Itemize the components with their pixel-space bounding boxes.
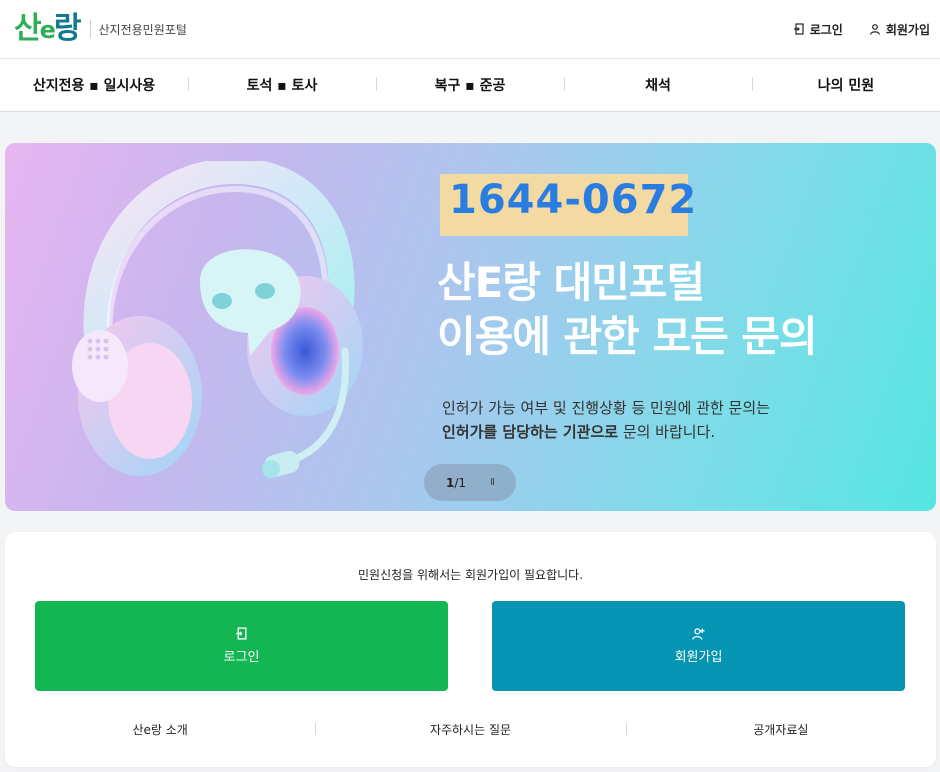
nav-item-forest-conversion[interactable]: 산지전용 ▪ 일시사용: [0, 75, 188, 95]
header-login-label: 로그인: [809, 22, 843, 37]
utility-links: 로그인 회원가입: [793, 0, 930, 58]
headset-illustration: [72, 161, 363, 478]
banner-desc-line-2: 인허가를 담당하는 기관으로 문의 바랍니다.: [442, 420, 770, 444]
main-nav: 산지전용 ▪ 일시사용 토석 ▪ 토사 복구 ▪ 준공 채석 나의 민원: [0, 59, 940, 112]
signup-button[interactable]: 회원가입: [492, 601, 905, 691]
pager-total: 1: [458, 475, 467, 490]
banner-headline: 산E랑 대민포털 이용에 관한 모든 문의: [437, 256, 818, 364]
link-faq[interactable]: 자주하시는 질문: [315, 721, 625, 738]
logo-subtitle: 산지전용민원포털: [98, 22, 187, 37]
login-icon: [793, 23, 804, 35]
support-phone-number: 1644-0672: [449, 177, 698, 223]
nav-item-soil-stone[interactable]: 토석 ▪ 토사: [188, 75, 376, 95]
banner-description: 인허가 가능 여부 및 진행상황 등 민원에 관한 문의는 인허가를 담당하는 …: [442, 396, 770, 444]
pause-button[interactable]: II: [490, 477, 495, 488]
add-user-icon: [692, 628, 705, 640]
banner-headline-line-1: 산E랑 대민포털: [437, 258, 705, 307]
nav-item-restoration[interactable]: 복구 ▪ 준공: [376, 75, 564, 95]
header-signup-link[interactable]: 회원가입: [869, 21, 930, 38]
header-login-link[interactable]: 로그인: [793, 21, 843, 38]
nav-item-quarrying[interactable]: 채석: [564, 75, 752, 95]
footer-links: 산e랑 소개 자주하시는 질문 공개자료실: [5, 718, 936, 740]
pager-count: 1/1: [446, 476, 466, 490]
member-panel: 민원신청을 위해서는 회원가입이 필요합니다. 로그인 회원가입 산e랑 소개 …: [5, 532, 936, 767]
banner-desc-line-1: 인허가 가능 여부 및 진행상황 등 민원에 관한 문의는: [442, 399, 770, 417]
nav-item-my-requests[interactable]: 나의 민원: [752, 75, 940, 95]
banner-headline-line-2: 이용에 관한 모든 문의: [437, 312, 818, 361]
banner-desc-rest: 문의 바랍니다.: [618, 423, 716, 441]
site-logo[interactable]: 산e랑 산지전용민원포털: [14, 6, 187, 52]
hero-banner[interactable]: 1644-0672 산E랑 대민포털 이용에 관한 모든 문의 인허가 가능 여…: [5, 143, 936, 511]
login-icon: [236, 627, 247, 640]
login-button[interactable]: 로그인: [35, 601, 448, 691]
header-signup-label: 회원가입: [885, 22, 930, 37]
logo-mark: 산e랑: [14, 11, 82, 46]
logo-divider: [89, 20, 91, 38]
signup-required-notice: 민원신청을 위해서는 회원가입이 필요합니다.: [357, 568, 584, 582]
login-button-label: 로그인: [223, 650, 260, 665]
banner-desc-bold: 인허가를 담당하는 기관으로: [442, 423, 619, 441]
site-header: 산e랑 산지전용민원포털 로그인 회원가입: [0, 0, 940, 59]
link-about[interactable]: 산e랑 소개: [5, 721, 315, 738]
logo-char-3: 랑: [53, 11, 82, 46]
banner-pager: 1/1 II: [424, 464, 516, 501]
user-icon: [869, 24, 880, 35]
logo-char-1: 산: [14, 11, 42, 46]
link-public-archive[interactable]: 공개자료실: [625, 721, 936, 738]
logo-char-2: e: [39, 16, 56, 44]
signup-button-label: 회원가입: [674, 650, 723, 665]
